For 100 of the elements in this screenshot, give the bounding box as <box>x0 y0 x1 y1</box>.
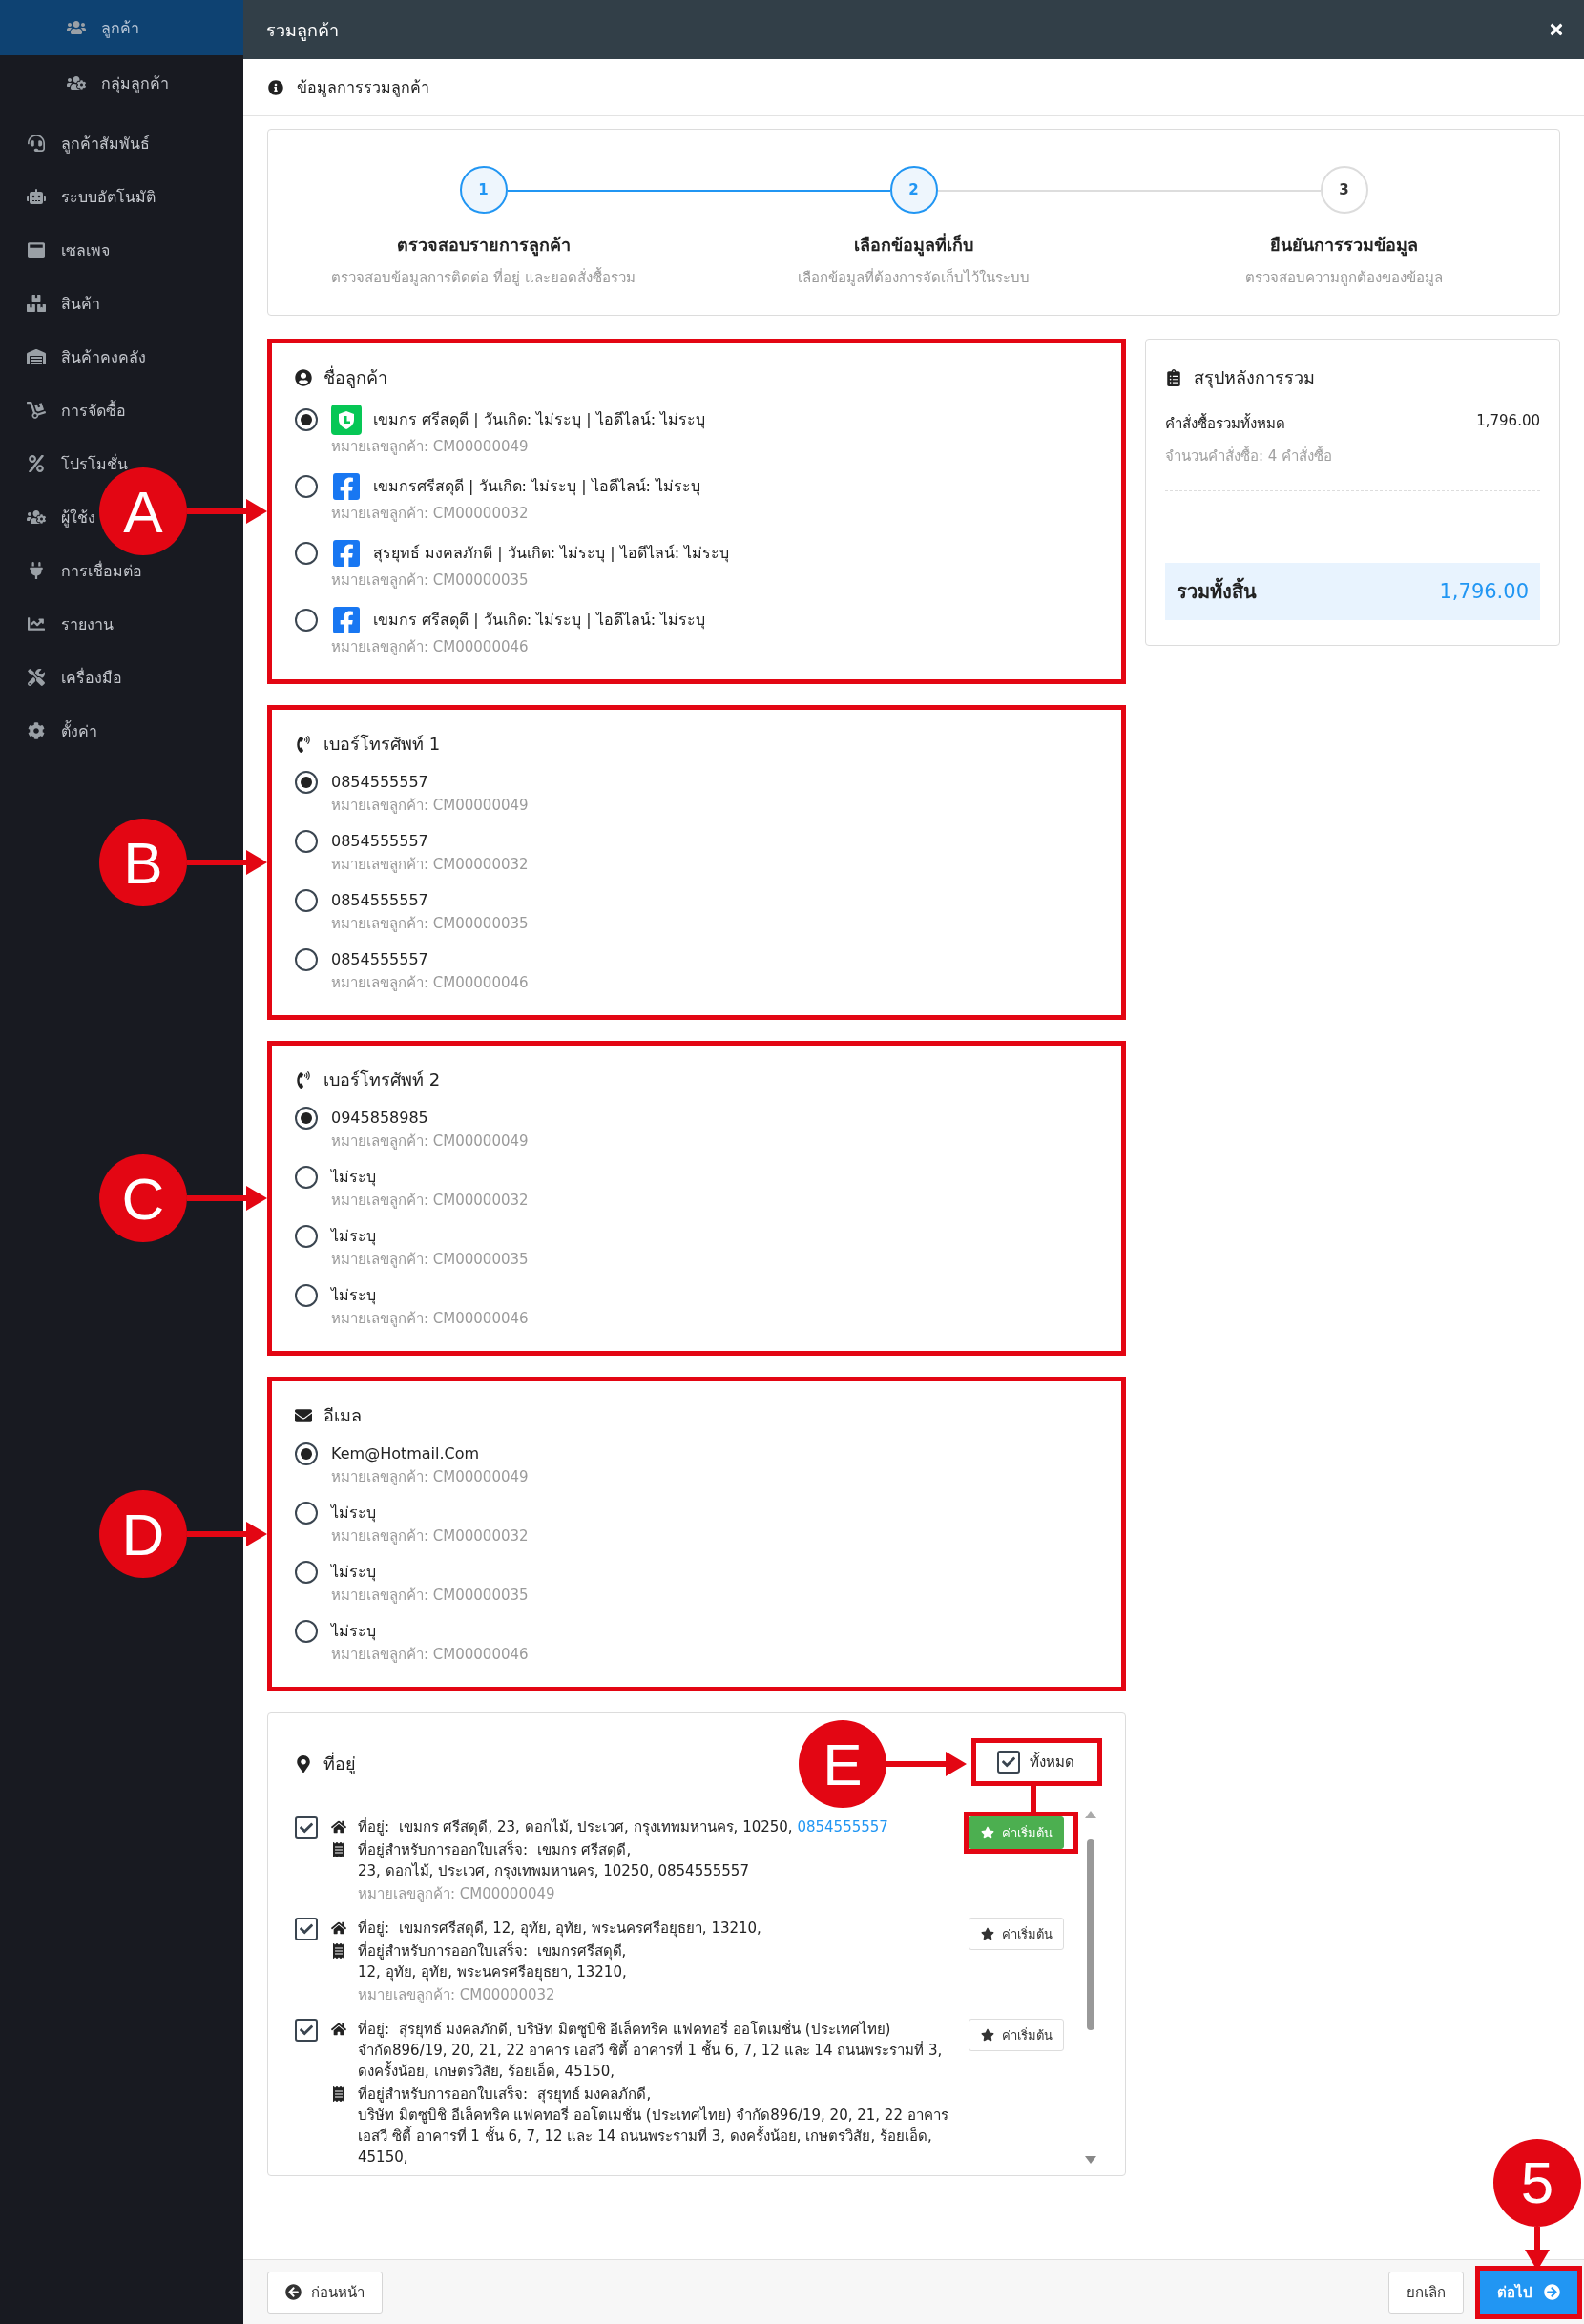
step-subtitle: เลือกข้อมูลที่ต้องการจัดเก็บไว้ในระบบ <box>798 267 1030 288</box>
sidebar-item[interactable]: ระบบอัตโนมัติ <box>0 170 157 223</box>
section-title: ชื่อลูกค้า <box>323 366 387 389</box>
option-text: ไม่ระบุ <box>331 1621 376 1643</box>
option-text: เขมกรศรีสดุดี | วันเกิด: ไม่ระบุ | ไอดีไลน์: ไม่ระบุ <box>373 476 701 498</box>
step-number: 2 <box>889 166 938 214</box>
radio-button[interactable] <box>295 1284 318 1307</box>
section-title: เบอร์โทรศัพท์ 1 <box>323 733 441 756</box>
sidebar-item[interactable]: รายงาน <box>0 597 115 651</box>
billing-address-text: ที่อยู่สำหรับการออกใบเสร็จ: เขมกรศรีสดุดี, 12, อุทัย, อุทัย, พระนครศรีอยุธยา, 13210, <box>358 1940 628 1982</box>
radio-button[interactable] <box>295 609 318 632</box>
option-text: 0854555557 <box>331 890 428 911</box>
users-gear-icon <box>67 74 86 92</box>
scroll-down-icon[interactable] <box>1085 2156 1096 2164</box>
section-title: เบอร์โทรศัพท์ 2 <box>323 1069 441 1091</box>
sidebar-item[interactable]: ผู้ใช้ง <box>0 490 97 544</box>
step-subtitle: ตรวจสอบความถูกต้องของข้อมูล <box>1245 268 1443 288</box>
robot-icon <box>27 188 46 205</box>
facebook-icon <box>331 538 362 569</box>
customer-id: หมายเลขลูกค้า: CM00000049 <box>358 1884 556 1904</box>
sidebar-item[interactable]: การจัดซื้อ <box>0 384 128 437</box>
radio-button[interactable] <box>295 948 318 971</box>
total-label: รวมทั้งสิ้น <box>1177 576 1257 607</box>
back-button[interactable]: ก่อนหน้า <box>267 2271 383 2314</box>
checkbox[interactable] <box>295 1918 318 1940</box>
home-icon <box>331 1819 346 1835</box>
customer-id: หมายเลขลูกค้า: CM00000032 <box>331 504 530 523</box>
radio-button[interactable] <box>295 1502 318 1525</box>
clipboard-icon <box>1165 369 1182 386</box>
step-title: ตรวจสอบรายการลูกค้า <box>396 234 571 259</box>
check-icon <box>300 2023 313 2037</box>
settings-icon <box>27 722 46 739</box>
default-button[interactable]: ค่าเริ่มต้น <box>969 2019 1064 2051</box>
customer-id: หมายเลขลูกค้า: CM00000046 <box>331 637 530 656</box>
sidebar-item[interactable]: สินค้า <box>0 277 102 330</box>
sidebar-item[interactable]: กลุ่มลูกค้า <box>0 55 171 111</box>
option-text: สุรยุทธ์ มงคลภักดี | วันเกิด: ไม่ระบุ | ไอดีไลน์: ไม่ระบุ <box>373 543 730 565</box>
phone-icon <box>295 736 312 753</box>
option-text: 0854555557 <box>331 772 428 793</box>
radio-button[interactable] <box>295 889 318 912</box>
radio-button[interactable] <box>295 1442 318 1465</box>
customer-id: หมายเลขลูกค้า: CM00000049 <box>331 437 530 456</box>
sidebar-item[interactable]: เครื่องมือ <box>0 651 124 704</box>
callout-badge: E <box>799 1720 886 1808</box>
radio-button[interactable] <box>295 475 318 498</box>
address-text: ที่อยู่: เขมกรศรีสดุดี, 12, อุทัย, อุทัย, พระนครศรีอยุธยา, 13210, <box>358 1918 762 1939</box>
check-icon <box>300 1821 313 1835</box>
select-all-checkbox[interactable]: ทั้งหมด <box>971 1738 1102 1786</box>
option-text: ไม่ระบุ <box>331 1562 376 1584</box>
customer-id: หมายเลขลูกค้า: CM00000035 <box>331 1250 529 1269</box>
radio-button[interactable] <box>295 408 318 431</box>
option-text: ไม่ระบุ <box>331 1503 376 1525</box>
radio-button[interactable] <box>295 1107 318 1130</box>
option-text: เขมกร ศรีสดุดี | วันเกิด: ไม่ระบุ | ไอดีไลน์: ไม่ระบุ <box>373 409 706 431</box>
customer-id: หมายเลขลูกค้า: CM00000035 <box>331 571 530 590</box>
phone-icon <box>295 1071 312 1089</box>
option-text: ไม่ระบุ <box>331 1167 376 1189</box>
checkbox[interactable] <box>295 1816 318 1839</box>
sidebar-item[interactable]: ลูกค้า <box>0 0 243 55</box>
customer-id: หมายเลขลูกค้า: CM00000032 <box>358 1985 556 2005</box>
sidebar-item[interactable]: ตั้งค่า <box>0 704 99 757</box>
address-text: ที่อยู่: เขมกร ศรีสดุดี, 23, ดอกไม้, ประเวศ, กรุงเทพมหานคร, 10250, 0854555557 <box>358 1816 889 1837</box>
step-number: 1 <box>459 166 508 214</box>
sidebar-item[interactable]: สินค้าคงคลัง <box>0 330 148 384</box>
order-count: จำนวนคำสั่งซื้อ: 4 คำสั่งซื้อ <box>1165 445 1334 467</box>
check-icon <box>300 1922 313 1936</box>
arrow-left-icon <box>285 2284 302 2300</box>
callout-badge: 5 <box>1493 2138 1581 2227</box>
customer-id: หมายเลขลูกค้า: CM00000035 <box>331 914 529 933</box>
step-subtitle: ตรวจสอบข้อมูลการติดต่อ ที่อยู่ และยอดสั่งซื้อรวม <box>331 266 636 288</box>
sidebar-item[interactable]: เซลเพจ <box>0 223 112 277</box>
home-icon <box>331 1920 346 1936</box>
option-text: เขมกร ศรีสดุดี | วันเกิด: ไม่ระบุ | ไอดีไลน์: ไม่ระบุ <box>373 610 706 632</box>
star-icon <box>980 2028 994 2042</box>
users-icon <box>67 19 86 36</box>
section-title: อีเมล <box>323 1404 362 1427</box>
info-title: ข้อมูลการรวมลูกค้า <box>297 77 429 99</box>
summary-title: สรุปหลังการรวม <box>1194 366 1315 389</box>
radio-button[interactable] <box>295 1166 318 1189</box>
plug-icon <box>27 562 46 579</box>
customer-id: หมายเลขลูกค้า: CM00000032 <box>331 1191 529 1210</box>
radio-button[interactable] <box>295 542 318 565</box>
check-icon <box>1002 1755 1015 1769</box>
default-button[interactable]: ค่าเริ่มต้น <box>969 1918 1064 1950</box>
percent-icon <box>27 455 46 472</box>
modal-title: รวมลูกค้า <box>266 18 339 43</box>
radio-button[interactable] <box>295 1620 318 1643</box>
customer-id: หมายเลขลูกค้า: CM00000049 <box>331 1467 529 1486</box>
radio-button[interactable] <box>295 1561 318 1584</box>
radio-button[interactable] <box>295 830 318 853</box>
radio-button[interactable] <box>295 771 318 794</box>
home-icon <box>331 2022 346 2037</box>
sidebar-item[interactable]: ลูกค้าสัมพันธ์ <box>0 116 152 170</box>
star-icon <box>980 1927 994 1940</box>
checkbox[interactable] <box>295 2019 318 2042</box>
cancel-button[interactable]: ยกเลิก <box>1388 2271 1464 2314</box>
option-text: Kem@Hotmail.Com <box>331 1443 480 1464</box>
receipt-icon <box>331 1943 346 1959</box>
scrollbar[interactable] <box>1083 1811 1098 2164</box>
radio-button[interactable] <box>295 1225 318 1248</box>
